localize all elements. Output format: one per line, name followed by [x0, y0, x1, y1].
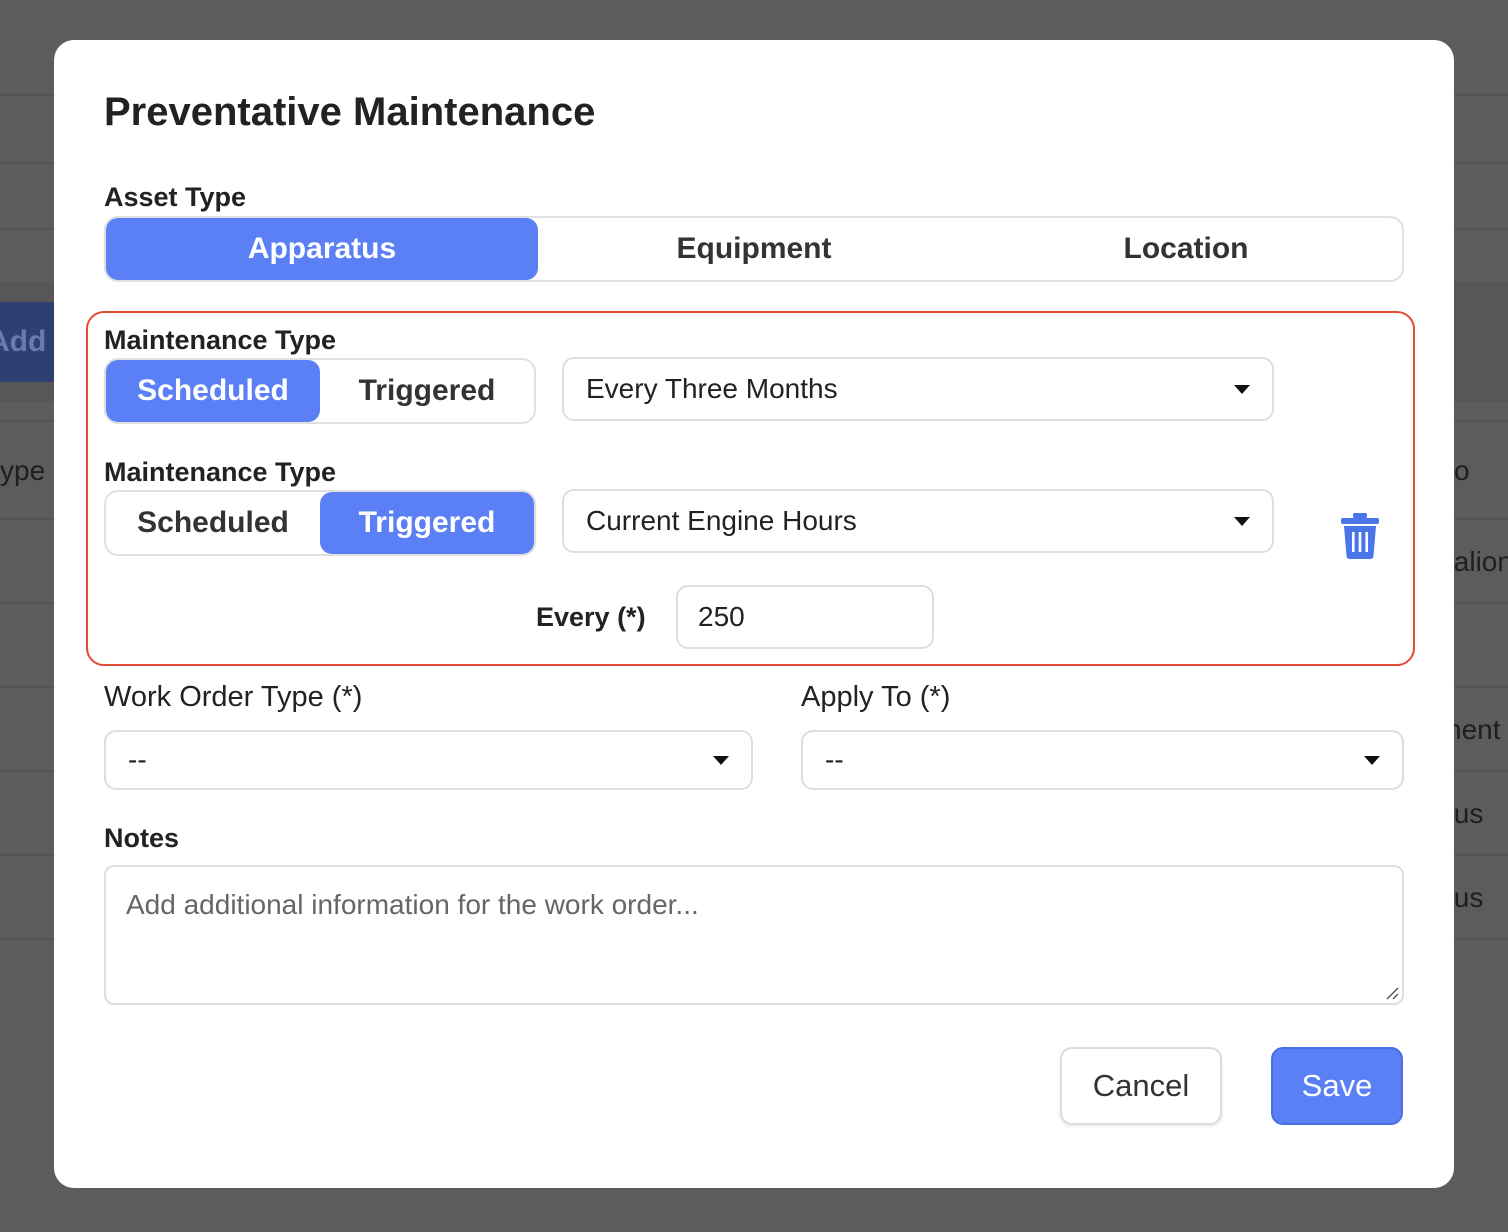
resize-handle-icon[interactable] [1385, 986, 1399, 1000]
caret-down-icon [1234, 385, 1250, 394]
work-order-type-label: Work Order Type (*) [104, 681, 363, 713]
asset-type-location[interactable]: Location [970, 218, 1402, 280]
work-order-type-select[interactable]: -- [104, 730, 753, 790]
every-label: Every (*) [536, 602, 646, 632]
trash-icon[interactable] [1340, 513, 1380, 559]
maintenance-type-label: Maintenance Type [104, 457, 337, 487]
notes-placeholder: Add additional information for the work … [126, 889, 699, 920]
preventative-maintenance-modal: Preventative Maintenance Asset Type Appa… [54, 40, 1454, 1188]
asset-type-apparatus[interactable]: Apparatus [106, 218, 538, 280]
apply-to-value: -- [825, 744, 844, 775]
maintenance-type-label: Maintenance Type [104, 325, 337, 355]
apply-to-select[interactable]: -- [801, 730, 1404, 790]
bg-column-header: ype [0, 455, 46, 486]
caret-down-icon [1234, 517, 1250, 526]
bg-cell: talion [1446, 546, 1508, 577]
frequency-select[interactable]: Every Three Months [562, 357, 1274, 421]
maintenance-type-triggered[interactable]: Triggered [320, 360, 534, 422]
every-input[interactable]: 250 [676, 585, 934, 649]
apply-to-label: Apply To (*) [801, 681, 951, 713]
notes-label: Notes [104, 823, 180, 853]
maintenance-type-triggered[interactable]: Triggered [320, 492, 534, 554]
maintenance-type-toggle: Scheduled Triggered [104, 358, 536, 424]
trigger-select-value: Current Engine Hours [586, 505, 857, 536]
caret-down-icon [1364, 756, 1380, 765]
maintenance-type-scheduled[interactable]: Scheduled [106, 360, 320, 422]
work-order-type-value: -- [128, 744, 147, 775]
asset-type-label: Asset Type [104, 182, 247, 212]
asset-type-equipment[interactable]: Equipment [538, 218, 970, 280]
asset-type-toggle: Apparatus Equipment Location [104, 216, 1404, 282]
cancel-button[interactable]: Cancel [1060, 1047, 1222, 1125]
maintenance-type-toggle: Scheduled Triggered [104, 490, 536, 556]
bg-add-button: Add M [0, 302, 54, 382]
save-button[interactable]: Save [1271, 1047, 1403, 1125]
notes-textarea[interactable]: Add additional information for the work … [104, 865, 1404, 1005]
modal-title: Preventative Maintenance [104, 90, 596, 134]
frequency-select-value: Every Three Months [586, 373, 838, 404]
maintenance-type-scheduled[interactable]: Scheduled [106, 492, 320, 554]
bg-cell: o [1454, 455, 1470, 486]
trigger-select[interactable]: Current Engine Hours [562, 489, 1274, 553]
caret-down-icon [713, 756, 729, 765]
every-input-value: 250 [698, 601, 745, 632]
bg-cell: nent [1446, 714, 1501, 745]
